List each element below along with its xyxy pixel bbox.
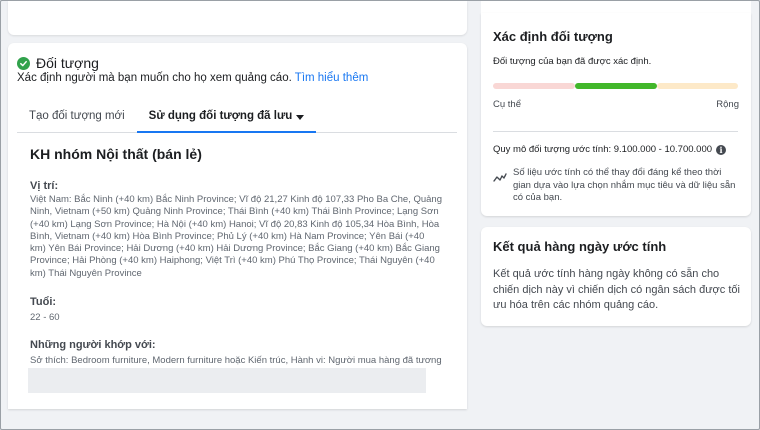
learn-more-link[interactable]: Tìm hiểu thêm	[295, 72, 369, 84]
tab-use-saved-audience[interactable]: Sử dụng đối tượng đã lưu	[136, 103, 317, 133]
location-label: Vị trí:	[30, 180, 59, 192]
audience-definition-card: Xác định đối tượng Đối tượng của bạn đã …	[481, 13, 751, 216]
tab-create-new-audience[interactable]: Tạo đối tượng mới	[17, 103, 137, 133]
saved-audience-name: KH nhóm Nội thất (bán lẻ)	[30, 146, 202, 162]
meter-specific-segment	[493, 83, 575, 89]
audience-breadth-meter	[493, 83, 738, 89]
daily-results-title: Kết quả hàng ngày ước tính	[493, 239, 667, 254]
section-description: Xác định người mà bạn muốn cho họ xem qu…	[17, 72, 368, 84]
detailed-targeting-value: Sở thích: Bedroom furniture, Modern furn…	[30, 355, 442, 366]
definition-subtitle: Đối tượng của bạn đã được xác định.	[493, 56, 652, 67]
info-icon[interactable]: i	[716, 144, 727, 155]
meter-broad-segment	[657, 83, 738, 89]
tab-label: Sử dụng đối tượng đã lưu	[148, 110, 293, 122]
trend-icon	[493, 170, 507, 188]
location-value: Việt Nam: Bắc Ninh (+40 km) Bắc Ninh Pro…	[30, 194, 442, 279]
detailed-targeting-label: Những người khớp với:	[30, 339, 156, 351]
section-header: Đối tượng	[17, 55, 99, 71]
meter-active-segment	[575, 83, 657, 89]
caret-down-icon	[296, 115, 305, 120]
estimated-audience-size: Quy mô đối tượng ước tính: 9.100.000 - 1…	[493, 144, 727, 155]
loading-placeholder	[28, 368, 426, 393]
divider	[493, 131, 738, 132]
estimated-size-text: Quy mô đối tượng ước tính: 9.100.000 - 1…	[493, 144, 713, 155]
meter-specific-label: Cụ thể	[493, 99, 521, 110]
previous-section	[8, 1, 467, 35]
check-circle-icon	[17, 56, 30, 70]
audience-tabs: Tạo đối tượng mới Sử dụng đối tượng đã l…	[17, 103, 457, 133]
app-frame: Đối tượng Xác định người mà bạn muốn cho…	[0, 0, 760, 430]
definition-title: Xác định đối tượng	[493, 29, 613, 44]
meter-broad-label: Rộng	[716, 99, 739, 110]
audience-section: Đối tượng Xác định người mà bạn muốn cho…	[8, 43, 467, 409]
estimated-daily-results-card: Kết quả hàng ngày ước tính Kết quả ước t…	[481, 227, 751, 326]
age-value: 22 - 60	[30, 312, 60, 323]
description-text: Xác định người mà bạn muốn cho họ xem qu…	[17, 72, 295, 84]
section-title: Đối tượng	[36, 55, 99, 71]
age-label: Tuổi:	[30, 296, 57, 308]
daily-results-text: Kết quả ước tính hàng ngày không có sẵn …	[493, 268, 740, 311]
estimate-note: Số liệu ước tính có thể thay đổi đáng kể…	[513, 167, 736, 203]
